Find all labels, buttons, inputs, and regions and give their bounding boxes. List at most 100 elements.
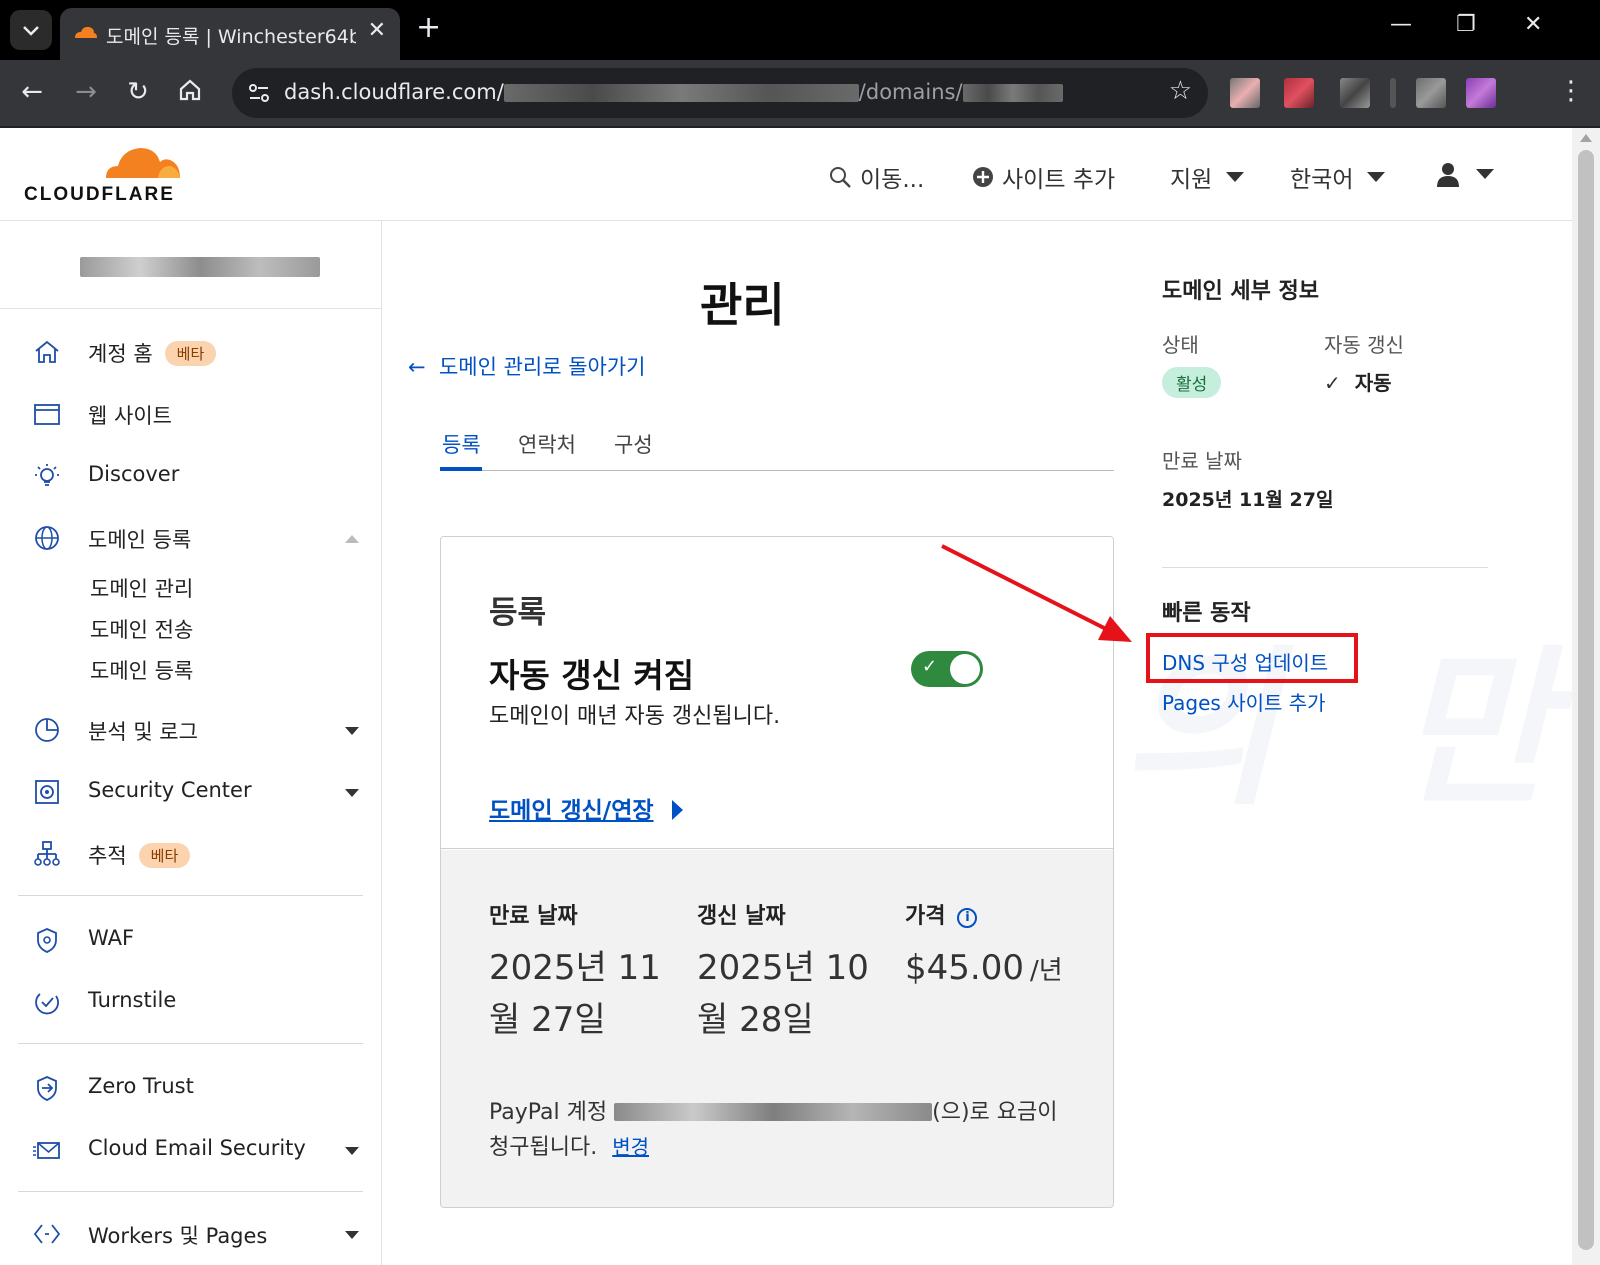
sidebar-item-account-home[interactable]: 계정 홈 베타 xyxy=(0,331,381,371)
browser-tab-active[interactable]: 도메인 등록 | Winchester64bit( ✕ xyxy=(60,8,400,60)
globe-icon xyxy=(35,526,59,550)
page-scrollbar[interactable] xyxy=(1572,128,1600,1265)
redacted-account-id xyxy=(503,84,859,102)
chevron-up-icon xyxy=(345,535,359,543)
details-expiry-value: 2025년 11월 27일 xyxy=(1162,489,1334,511)
sidebar-item-turnstile[interactable]: Turnstile xyxy=(0,981,381,1021)
browser-toolbar: ← → ↻ dash.cloudflare.com/ /domains/ ☆ ⋮ xyxy=(0,60,1600,128)
toggle-knob xyxy=(950,654,980,684)
sidebar: 계정 홈 베타 웹 사이트 Discover 도메인 등록 도메인 관리 도메인 … xyxy=(0,221,382,1265)
tab-search-button[interactable] xyxy=(10,10,52,50)
forward-arrow-icon[interactable]: → xyxy=(70,76,102,108)
support-menu[interactable]: 지원 xyxy=(1170,160,1245,194)
tab-registration[interactable]: 등록 xyxy=(442,429,481,459)
back-arrow-icon[interactable]: ← xyxy=(16,76,48,108)
sidebar-item-websites[interactable]: 웹 사이트 xyxy=(0,393,381,433)
add-site-button[interactable]: 사이트 추가 xyxy=(972,160,1115,194)
sidebar-subitem-domain-transfer[interactable]: 도메인 전송 xyxy=(90,614,193,644)
page-title: 관리 xyxy=(700,278,785,332)
tab-close-icon[interactable]: ✕ xyxy=(368,18,386,43)
extension-icon[interactable] xyxy=(1230,78,1260,108)
home-icon xyxy=(35,340,59,363)
email-icon xyxy=(33,1142,60,1159)
sidebar-item-security-center[interactable]: Security Center xyxy=(0,771,381,811)
extension-icon[interactable] xyxy=(1416,78,1446,108)
more-menu-icon[interactable]: ⋮ xyxy=(1558,76,1584,106)
sidebar-divider xyxy=(18,1043,363,1044)
sidebar-item-label: WAF xyxy=(88,926,135,950)
sidebar-item-zero-trust[interactable]: Zero Trust xyxy=(0,1067,381,1107)
price-value-group: $45.00/년 xyxy=(905,942,1105,997)
redacted-account-name xyxy=(80,257,320,277)
expiry-value: 2025년 11월 27일 xyxy=(489,948,661,1040)
active-tab-indicator xyxy=(440,467,482,471)
new-tab-button[interactable]: + xyxy=(416,10,441,46)
auto-renew-toggle[interactable]: ✓ xyxy=(911,651,983,687)
cloud-logo-icon xyxy=(106,148,180,178)
bookmark-star-icon[interactable]: ☆ xyxy=(1169,76,1192,106)
profile-avatar[interactable] xyxy=(1466,78,1496,108)
chevron-down-icon xyxy=(23,26,39,36)
sidebar-item-label: Turnstile xyxy=(88,988,177,1012)
sidebar-item-discover[interactable]: Discover xyxy=(0,455,381,495)
chevron-down-icon xyxy=(345,1231,359,1239)
sidebar-item-label: 웹 사이트 xyxy=(88,404,172,428)
extension-icon[interactable] xyxy=(1340,78,1370,108)
waf-gear-shield-icon xyxy=(37,928,57,953)
extension-icon[interactable] xyxy=(1284,78,1314,108)
user-menu[interactable] xyxy=(1434,160,1494,188)
renewal-label: 갱신 날짜 xyxy=(697,904,786,929)
sidebar-item-cloud-email-security[interactable]: Cloud Email Security xyxy=(0,1129,381,1169)
scroll-thumb[interactable] xyxy=(1578,150,1594,1250)
account-selector[interactable] xyxy=(0,221,381,309)
sidebar-item-workers-pages[interactable]: Workers 및 Pages xyxy=(0,1213,381,1253)
sidebar-item-label: Security Center xyxy=(88,778,252,802)
sidebar-item-label: 계정 홈 xyxy=(88,342,153,366)
close-window-button[interactable]: ✕ xyxy=(1524,12,1542,37)
minimize-button[interactable]: — xyxy=(1390,12,1412,37)
renew-extend-link[interactable]: 도메인 갱신/연장 xyxy=(489,791,683,825)
sidebar-subitem-domain-management[interactable]: 도메인 관리 xyxy=(90,573,193,603)
redacted-domain xyxy=(962,84,1063,102)
chevron-down-icon xyxy=(345,789,359,797)
address-bar[interactable]: dash.cloudflare.com/ /domains/ ☆ xyxy=(232,68,1208,118)
back-to-domain-management-link[interactable]: ← 도메인 관리로 돌아가기 xyxy=(408,351,646,381)
workers-icon xyxy=(33,1224,61,1244)
sidebar-item-label: Discover xyxy=(88,462,180,486)
card-heading: 등록 xyxy=(489,595,547,631)
info-icon[interactable]: i xyxy=(957,908,978,928)
caret-down-icon xyxy=(1476,169,1494,179)
details-expiry-label: 만료 날짜 xyxy=(1162,449,1242,473)
restore-button[interactable]: ❐ xyxy=(1456,12,1476,37)
sidebar-item-analytics-logs[interactable]: 분석 및 로그 xyxy=(0,709,381,749)
tab-contacts[interactable]: 연락처 xyxy=(518,429,576,459)
tab-configuration[interactable]: 구성 xyxy=(614,429,653,459)
price-label-group: 가격 i xyxy=(905,898,978,930)
top-navigation: CLOUDFLARE 이동... 사이트 추가 지원 한국어 xyxy=(0,128,1572,221)
price-label: 가격 xyxy=(905,904,946,929)
quick-actions-heading: 빠른 동작 xyxy=(1162,601,1251,626)
site-info-icon[interactable] xyxy=(244,78,274,108)
reload-icon[interactable]: ↻ xyxy=(122,76,154,108)
sidebar-item-trace[interactable]: 추적 베타 xyxy=(0,833,381,873)
sidebar-item-label: 도메인 등록 xyxy=(88,528,192,552)
auto-renew-title: 자동 갱신 켜짐 xyxy=(489,656,695,695)
add-pages-site-link[interactable]: Pages 사이트 추가 xyxy=(1162,687,1326,716)
search-icon xyxy=(830,167,851,188)
details-divider xyxy=(1162,567,1488,568)
cloudflare-logo[interactable]: CLOUDFLARE xyxy=(24,144,184,206)
change-payment-link[interactable]: 변경 xyxy=(612,1135,649,1159)
sidebar-item-domain-registration[interactable]: 도메인 등록 xyxy=(0,517,381,557)
sidebar-item-label: Cloud Email Security xyxy=(88,1136,306,1160)
scroll-up-arrow-icon[interactable] xyxy=(1580,134,1592,142)
cloudflare-dashboard: CLOUDFLARE 이동... 사이트 추가 지원 한국어 계정 홈 베타 웹… xyxy=(0,128,1572,1265)
sidebar-item-waf[interactable]: WAF xyxy=(0,919,381,959)
status-label: 상태 xyxy=(1162,333,1199,357)
language-menu[interactable]: 한국어 xyxy=(1290,160,1386,194)
search-button[interactable]: 이동... xyxy=(828,160,924,194)
sitemap-icon xyxy=(34,841,60,866)
home-icon[interactable] xyxy=(174,76,206,112)
sidebar-subitem-domain-register[interactable]: 도메인 등록 xyxy=(90,655,193,685)
tab-bar: 등록 연락처 구성 xyxy=(440,411,1114,471)
search-label: 이동... xyxy=(860,167,925,193)
